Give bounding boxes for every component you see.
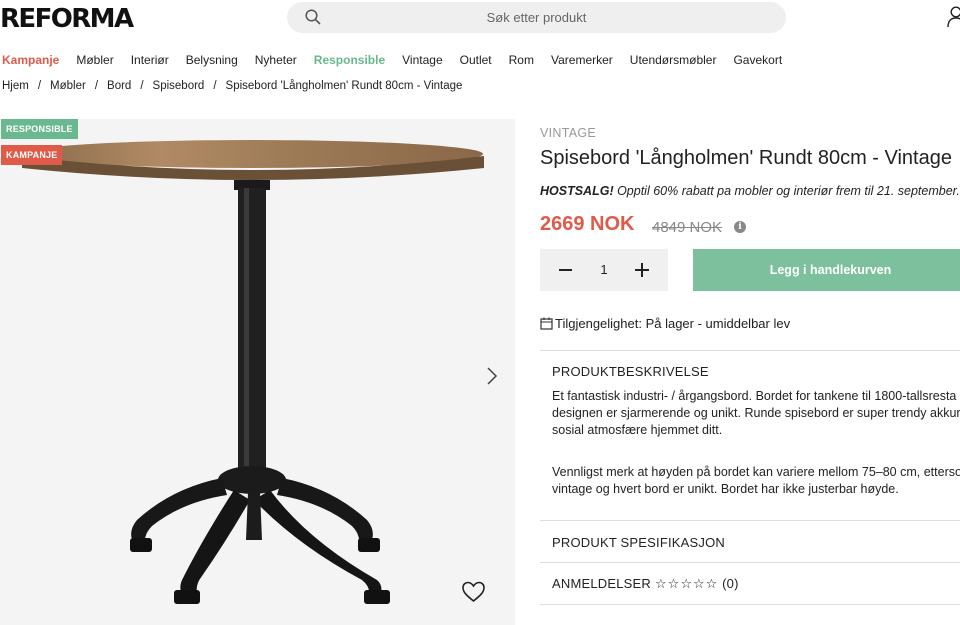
plus-icon[interactable] [635, 263, 649, 277]
nav-item-interior[interactable]: Interiør [131, 53, 169, 67]
promo-text: HOSTSALG! Opptil 60% rabatt pa mobler og… [540, 184, 960, 198]
current-price: 2669 NOK [540, 213, 635, 235]
heart-icon[interactable] [461, 580, 486, 604]
divider [540, 604, 960, 605]
chevron-right-icon[interactable] [485, 366, 499, 386]
table-illustration [22, 140, 484, 604]
nav-item-rom[interactable]: Rom [509, 53, 534, 67]
description-paragraph-2: Vennligst merk at høyden på bordet kan v… [552, 465, 960, 496]
main-nav: Kampanje Møbler Interiør Belysning Nyhet… [2, 53, 799, 67]
promo-body: Opptil 60% rabatt pa mobler og interiør … [613, 184, 960, 198]
divider [540, 562, 960, 563]
responsible-badge: RESPONSIBLE [1, 119, 78, 139]
breadcrumb-item[interactable]: Hjem [2, 80, 29, 92]
nav-item-belysning[interactable]: Belysning [186, 53, 238, 67]
reviews-heading[interactable]: ANMELDELSER ☆☆☆☆☆ (0) [552, 576, 739, 592]
search-placeholder: Søk etter produkt [486, 10, 587, 25]
breadcrumb-current: Spisebord 'Långholmen' Rundt 80cm - Vint… [225, 80, 463, 92]
description-heading[interactable]: PRODUKTBESKRIVELSE [552, 364, 709, 379]
add-to-cart-button[interactable]: Legg i handlekurven [693, 249, 960, 291]
info-icon[interactable]: i [734, 221, 746, 233]
breadcrumb-item[interactable]: Bord [107, 80, 131, 92]
product-title: Spisebord 'Långholmen' Rundt 80cm - Vint… [540, 147, 952, 169]
nav-item-nyheter[interactable]: Nyheter [255, 53, 297, 67]
availability: Tilgjengelighet: På lager - umiddelbar l… [540, 316, 790, 331]
divider [540, 350, 960, 351]
product-brand[interactable]: VINTAGE [540, 126, 596, 140]
reforma-logo[interactable]: REFORMA [0, 4, 134, 34]
nav-item-outlet[interactable]: Outlet [460, 53, 492, 67]
quantity-stepper: 1 [540, 249, 668, 291]
availability-text: Tilgjengelighet: På lager - umiddelbar l… [555, 316, 791, 331]
user-icon[interactable] [947, 6, 960, 28]
old-price: 4849 NOK [652, 219, 723, 236]
nav-item-vintage[interactable]: Vintage [402, 53, 442, 67]
reviews-count: (0) [722, 576, 739, 591]
nav-item-mobler[interactable]: Møbler [76, 53, 113, 67]
breadcrumb-item[interactable]: Møbler [50, 80, 86, 92]
promo-bold: HOSTSALG! [540, 184, 614, 198]
nav-item-varemerker[interactable]: Varemerker [551, 53, 613, 67]
search-input[interactable]: Søk etter produkt [287, 2, 786, 33]
breadcrumb-item[interactable]: Spisebord [153, 80, 205, 92]
description-paragraph-1: Et fantastisk industri- / årgangsbord. B… [552, 389, 960, 437]
nav-item-utendorsmobler[interactable]: Utendørsmøbler [630, 53, 717, 67]
breadcrumb: Hjem / Møbler / Bord / Spisebord / Spisebord 'Lå… [2, 80, 463, 92]
nav-item-gavekort[interactable]: Gavekort [733, 53, 782, 67]
star-rating-icon: ☆☆☆☆☆ [655, 577, 719, 592]
divider [540, 520, 960, 521]
kampanje-badge: KAMPANJE [1, 145, 63, 165]
calendar-icon [540, 317, 553, 330]
reviews-label: ANMELDELSER [552, 576, 652, 591]
nav-item-responsible[interactable]: Responsible [314, 53, 385, 67]
specification-heading[interactable]: PRODUKT SPESIFIKASJON [552, 535, 725, 550]
nav-item-kampanje[interactable]: Kampanje [2, 53, 59, 67]
